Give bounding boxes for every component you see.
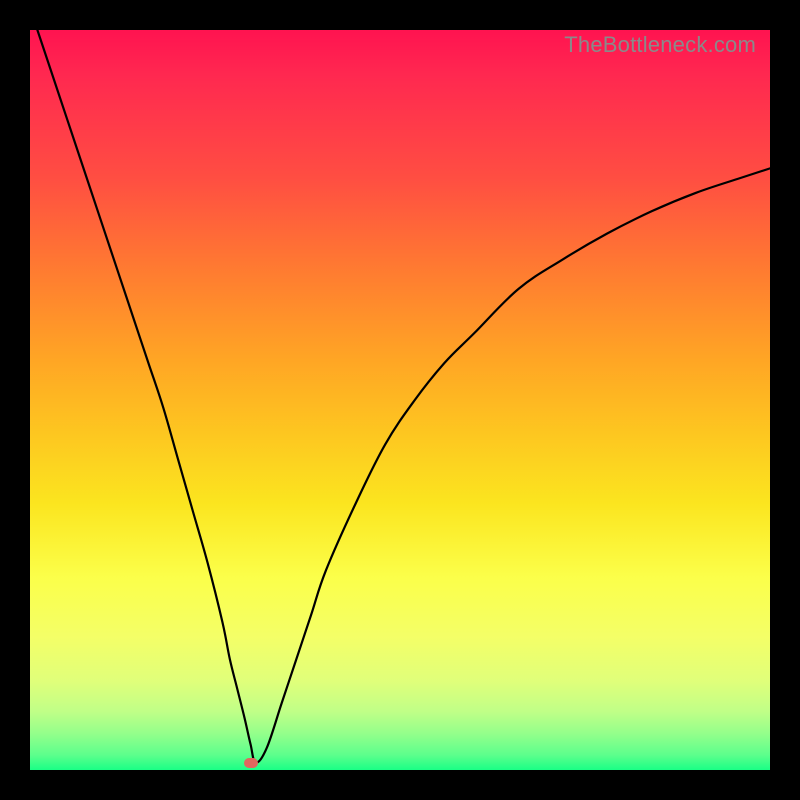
bottleneck-curve — [30, 30, 770, 770]
chart-frame: TheBottleneck.com — [0, 0, 800, 800]
optimal-point-marker — [244, 758, 258, 768]
plot-area: TheBottleneck.com — [30, 30, 770, 770]
